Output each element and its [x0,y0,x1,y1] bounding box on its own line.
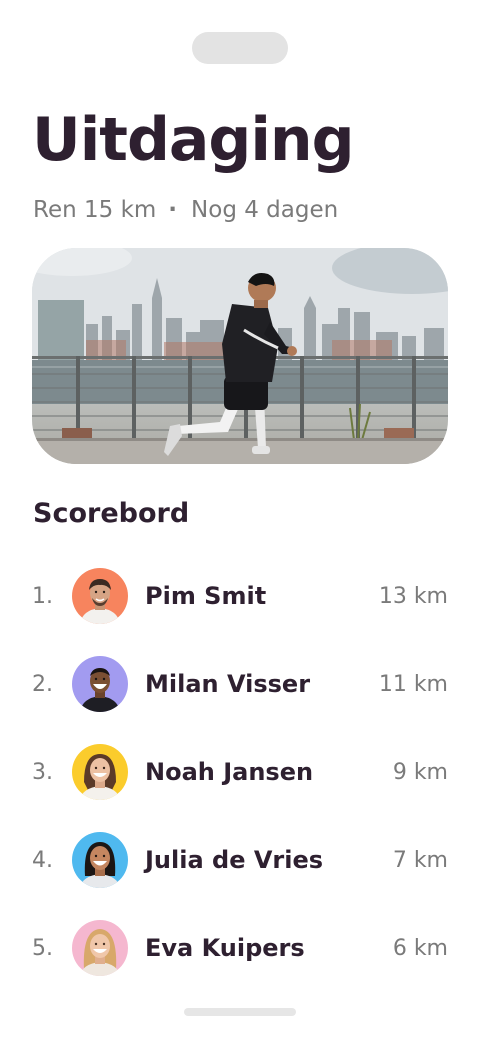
player-distance: 9 km [392,759,448,785]
scoreboard-list: 1. Pim Smit 13 km 2. Milan Visser 11 km … [32,552,448,992]
scoreboard-row[interactable]: 4. Julia de Vries 7 km [32,816,448,904]
challenge-activity: Ren 15 km [33,197,157,223]
person-avatar-icon [72,920,128,976]
avatar [72,920,128,976]
player-distance: 7 km [392,847,448,873]
player-name: Pim Smit [145,582,267,610]
rank-number: 4. [32,847,53,873]
player-distance: 11 km [378,671,448,697]
rank-number: 3. [32,759,53,785]
page-title: Uitdaging [32,105,355,175]
scoreboard-row[interactable]: 5. Eva Kuipers 6 km [32,904,448,992]
challenge-screen: Uitdaging Ren 15 km · Nog 4 dagen Scoreb… [0,0,480,1040]
avatar [72,832,128,888]
scoreboard-row[interactable]: 2. Milan Visser 11 km [32,640,448,728]
player-distance: 6 km [392,935,448,961]
person-avatar-icon [72,568,128,624]
player-distance: 13 km [378,583,448,609]
challenge-time-left: Nog 4 dagen [191,197,339,223]
meta-separator: · [168,197,178,223]
person-avatar-icon [72,656,128,712]
player-name: Noah Jansen [145,758,314,786]
avatar [72,656,128,712]
avatar [72,744,128,800]
rank-number: 2. [32,671,53,697]
avatar [72,568,128,624]
runner-skyline-photo [32,248,448,464]
player-name: Eva Kuipers [145,934,305,962]
rank-number: 5. [32,935,53,961]
rank-number: 1. [32,583,53,609]
scoreboard-row[interactable]: 1. Pim Smit 13 km [32,552,448,640]
scoreboard-title: Scorebord [33,498,190,529]
home-indicator[interactable] [184,1008,296,1016]
scoreboard-row[interactable]: 3. Noah Jansen 9 km [32,728,448,816]
player-name: Milan Visser [145,670,311,698]
player-name: Julia de Vries [145,846,324,874]
hero-image [32,248,448,464]
person-avatar-icon [72,744,128,800]
dynamic-island [192,32,288,64]
person-avatar-icon [72,832,128,888]
challenge-meta: Ren 15 km · Nog 4 dagen [33,192,338,228]
